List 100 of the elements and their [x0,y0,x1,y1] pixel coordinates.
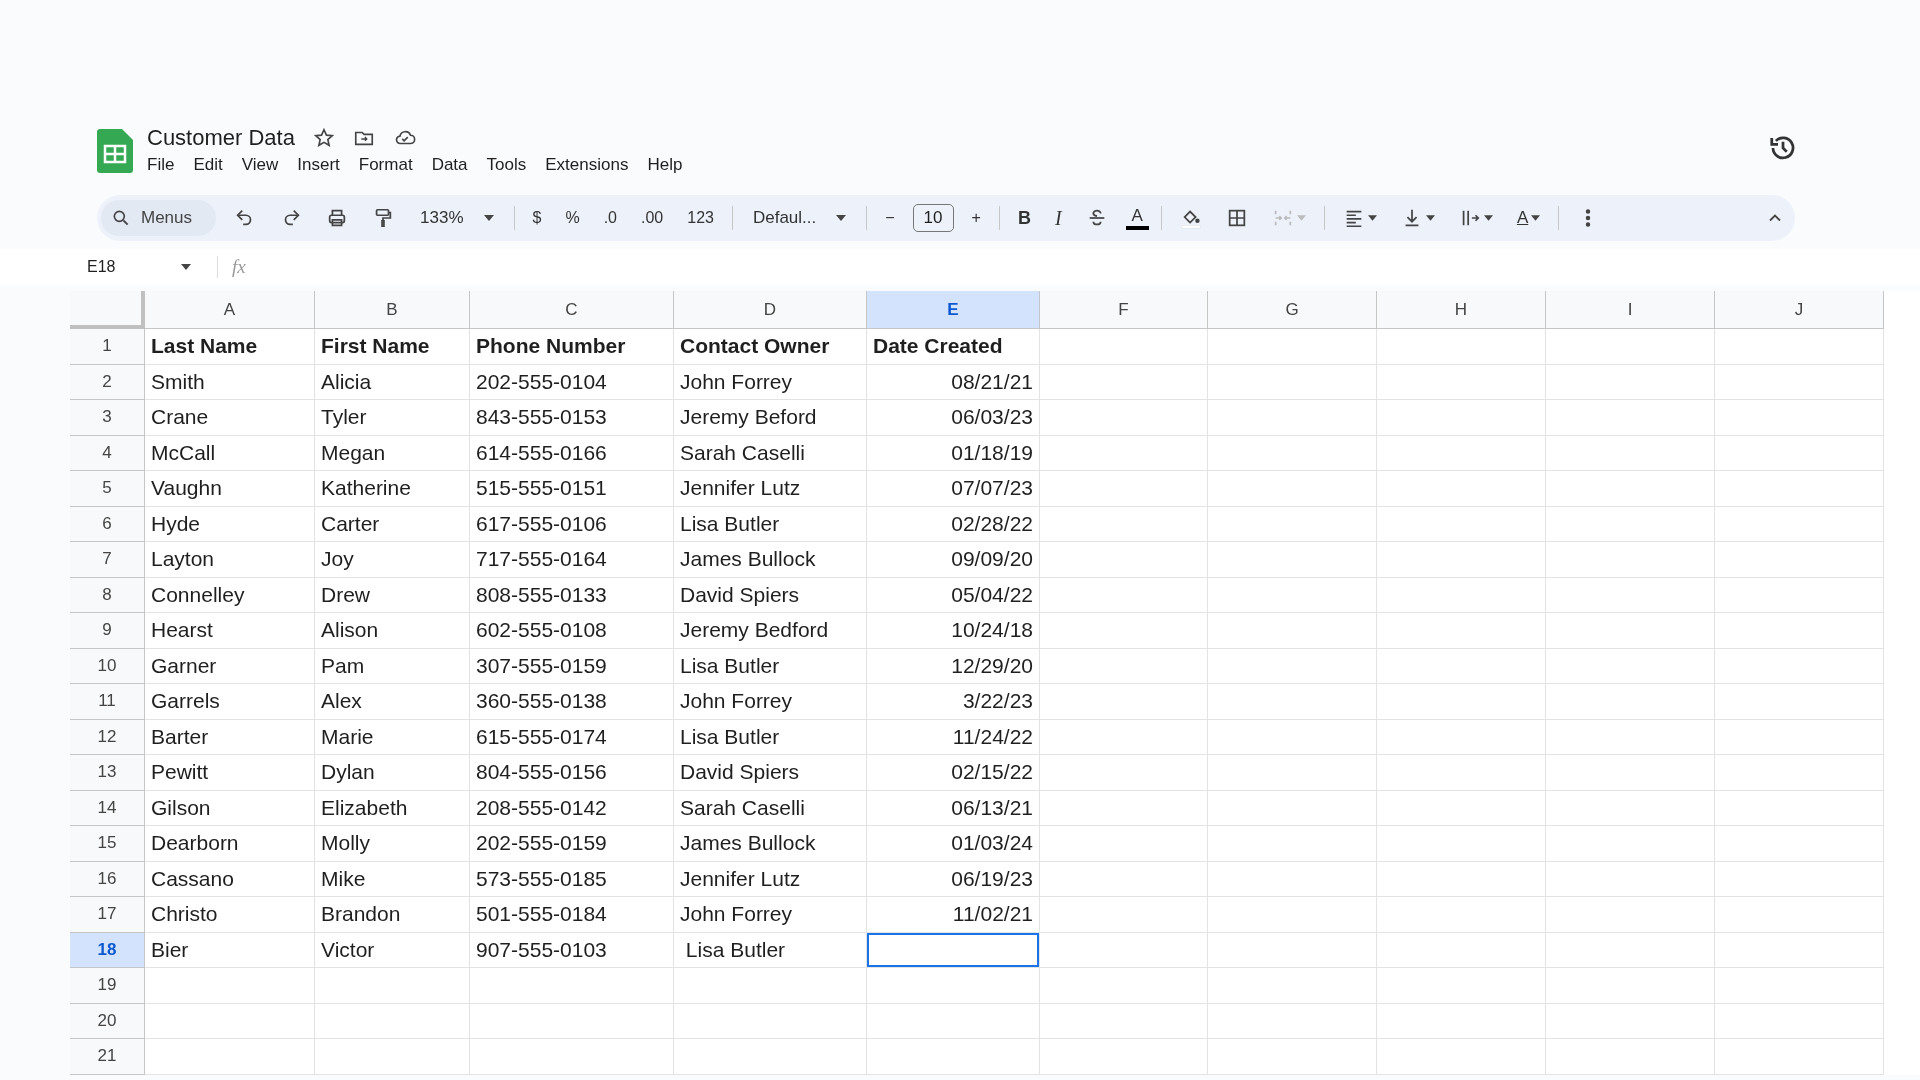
table-cell: Lisa Butler [674,648,867,684]
toolbar-button[interactable]: 123 [681,209,720,227]
row-header[interactable]: 10 [70,648,145,684]
row-header[interactable]: 12 [70,719,145,755]
toolbar-button[interactable]: .0 [597,209,623,227]
table-cell: First Name [315,329,470,365]
table-cell: Drew [315,577,470,613]
column-header[interactable]: H [1377,291,1546,329]
table-cell: Alicia [315,364,470,400]
column-header[interactable]: A [145,291,315,329]
row-header[interactable]: 4 [70,435,145,471]
table-cell: Molly [315,826,470,862]
table-cell: 717-555-0164 [470,542,674,578]
column-header[interactable]: F [1040,291,1208,329]
menu-item[interactable]: Data [431,155,468,175]
menu-item[interactable]: Format [358,155,413,175]
name-box[interactable]: E18 [0,258,191,276]
table-cell: Date Created [867,329,1040,365]
dropdown[interactable]: 133% [412,208,502,228]
active-cell[interactable] [867,932,1040,968]
column-header[interactable]: I [1546,291,1715,329]
column-header[interactable]: G [1208,291,1377,329]
column-header[interactable]: E [867,291,1040,329]
row-header[interactable]: 8 [70,577,145,613]
table-cell: Joy [315,542,470,578]
table-cell: 06/13/21 [867,790,1040,826]
column-header[interactable]: B [315,291,470,329]
table-cell: 01/03/24 [867,826,1040,862]
table-cell: 307-555-0159 [470,648,674,684]
row-header[interactable]: 2 [70,364,145,400]
table-cell: 804-555-0156 [470,755,674,791]
table-cell: Phone Number [470,329,674,365]
table-cell: 202-555-0104 [470,364,674,400]
menu-item[interactable]: Tools [486,155,527,175]
table-cell: Hyde [145,506,315,542]
table-cell: Jeremy Bedford [674,613,867,649]
document-title[interactable]: Customer Data [147,125,295,151]
star-icon[interactable] [312,127,335,149]
table-cell: 07/07/23 [867,471,1040,507]
table-cell: Carter [315,506,470,542]
table-cell: 11/02/21 [867,897,1040,933]
table-cell: John Forrey [674,897,867,933]
toolbar-button[interactable]: % [559,209,586,227]
row-header[interactable]: 20 [70,1003,145,1039]
column-header[interactable]: J [1715,291,1884,329]
menu-item[interactable]: View [241,155,279,175]
table-cell: Tyler [315,400,470,436]
row-header[interactable]: 13 [70,755,145,791]
toolbar-button[interactable]: − [879,209,901,227]
text-color-button[interactable]: A [1125,206,1149,230]
search-menus-field[interactable]: Menus [101,200,217,236]
bold-button[interactable]: B [1011,207,1037,229]
table-cell: Lisa Butler [674,719,867,755]
toolbar-button[interactable]: .00 [635,209,670,227]
table-cell: Bier [145,932,315,968]
row-header[interactable]: 1 [70,329,145,365]
table-cell: Sarah Caselli [674,790,867,826]
table-cell: Christo [145,897,315,933]
row-header[interactable]: 17 [70,897,145,933]
search-icon [111,208,131,228]
table-cell: 12/29/20 [867,648,1040,684]
menu-item[interactable]: File [147,155,175,175]
column-header[interactable]: D [674,291,867,329]
row-header[interactable]: 9 [70,613,145,649]
table-cell: Dylan [315,755,470,791]
row-header[interactable]: 3 [70,400,145,436]
table-cell: 10/24/18 [867,613,1040,649]
row-header[interactable]: 14 [70,790,145,826]
font-size-field[interactable]: 10 [912,204,954,232]
row-header[interactable]: 11 [70,684,145,720]
table-cell: Layton [145,542,315,578]
italic-button[interactable]: I [1048,206,1068,230]
column-header[interactable]: C [470,291,674,329]
row-header[interactable]: 16 [70,861,145,897]
table-cell: 843-555-0153 [470,400,674,436]
row-header[interactable]: 7 [70,542,145,578]
caret-icon [836,215,847,221]
table-cell: Brandon [315,897,470,933]
row-header[interactable]: 6 [70,506,145,542]
toolbar-button[interactable]: $ [526,209,548,227]
table-cell: Pam [315,648,470,684]
table-cell: James Bullock [674,542,867,578]
row-header[interactable]: 5 [70,471,145,507]
text-rotation-button[interactable]: A [1510,208,1547,228]
table-cell: Lisa Butler [674,932,867,968]
table-cell: Victor [315,932,470,968]
dropdown[interactable]: Defaul... [744,208,855,228]
row-header[interactable]: 15 [70,826,145,862]
row-header[interactable]: 21 [70,1039,145,1075]
menu-item[interactable]: Extensions [545,155,629,175]
row-header[interactable]: 19 [70,968,145,1004]
table-cell: Vaughn [145,471,315,507]
menu-item[interactable]: Edit [193,155,223,175]
menu-item[interactable]: Insert [297,155,340,175]
row-header[interactable]: 18 [70,932,145,968]
toolbar-button[interactable]: + [965,209,987,227]
sheets-logo-icon[interactable] [97,129,133,173]
menu-item[interactable]: Help [647,155,683,175]
table-cell: Elizabeth [315,790,470,826]
table-cell: 208-555-0142 [470,790,674,826]
